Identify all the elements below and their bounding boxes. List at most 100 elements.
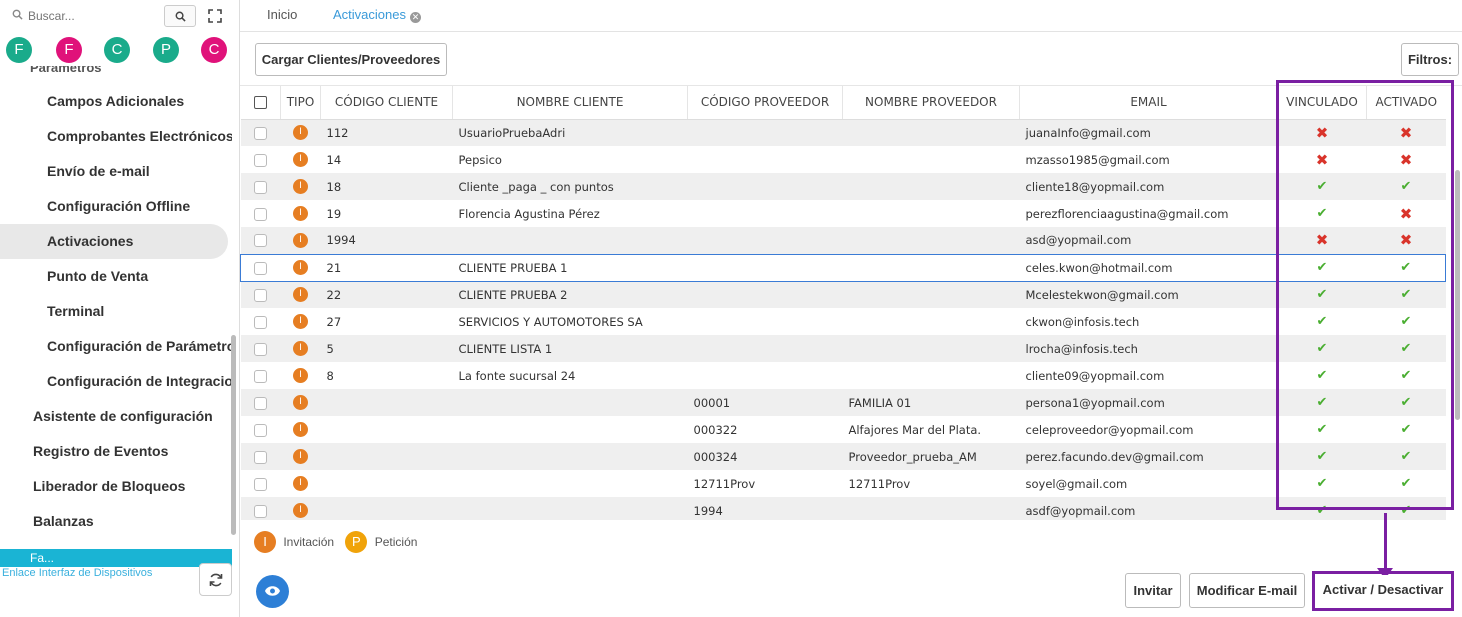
sidebar-item-registro-de-eventos[interactable]: Registro de Eventos: [0, 434, 232, 469]
load-clients-suppliers-button[interactable]: Cargar Clientes/Proveedores: [255, 43, 447, 76]
row-checkbox[interactable]: [254, 126, 267, 140]
search-button[interactable]: [164, 5, 196, 27]
cell-email: ckwon@infosis.tech: [1025, 314, 1140, 329]
close-tab-icon[interactable]: ✕: [409, 12, 421, 23]
tab-activaciones[interactable]: Activaciones ✕: [333, 0, 421, 32]
quick-access-f[interactable]: F: [6, 37, 32, 63]
cell-nombre-proveedor: [843, 173, 1020, 200]
row-checkbox[interactable]: [254, 396, 267, 410]
row-checkbox[interactable]: [254, 207, 267, 221]
table-row[interactable]: I 1994 asdf@yopmail.com ✔ ✔: [240, 497, 1446, 520]
col-codigo-proveedor[interactable]: CÓDIGO PROVEEDOR: [687, 86, 843, 120]
cell-nombre-proveedor: Proveedor_prueba_AM: [848, 449, 977, 464]
cell-codigo-proveedor: [688, 173, 843, 200]
table-row[interactable]: I 000322 Alfajores Mar del Plata. celeprove…: [240, 416, 1446, 443]
table-row[interactable]: I 22 CLIENTE PRUEBA 2 Mcelestekwon@gmail.co…: [240, 281, 1446, 308]
sidebar-item-configuracion-offline[interactable]: Configuración Offline: [0, 189, 232, 224]
sidebar-item-campos-adicionales[interactable]: Campos Adicionales: [0, 84, 232, 119]
table-scrollbar[interactable]: [1455, 170, 1460, 420]
table-row[interactable]: I 14 Pepsico mzasso1985@gmail.com ✖ ✖: [240, 146, 1446, 173]
sidebar-item-terminal[interactable]: Terminal: [0, 294, 232, 329]
row-checkbox[interactable]: [254, 477, 267, 491]
table-row[interactable]: I 5 CLIENTE LISTA 1 lrocha@infosis.tech ✔ ✔: [240, 335, 1446, 362]
table-body: I 112 UsuarioPruebaAdri juanaInfo@gmail.com…: [240, 119, 1446, 520]
row-checkbox-cell: [241, 173, 281, 200]
select-all-checkbox[interactable]: [253, 96, 267, 110]
cell-nombre-cliente: [453, 227, 688, 254]
row-checkbox[interactable]: [254, 288, 267, 302]
cell-nombre-cliente: [453, 497, 688, 520]
cell-nombre-proveedor: Alfajores Mar del Plata.: [848, 422, 982, 437]
row-checkbox[interactable]: [254, 369, 267, 383]
quick-access-p[interactable]: P: [153, 37, 179, 63]
device-interface-link[interactable]: Enlace Interfaz de Dispositivos: [2, 567, 152, 579]
row-checkbox-cell: [241, 227, 281, 254]
sidebar-item-configuracion-de-integraciones[interactable]: Configuración de Integraciones: [0, 364, 232, 399]
fullscreen-icon[interactable]: [208, 9, 222, 23]
cell-codigo-cliente: 18: [326, 179, 342, 194]
invitation-badge-icon: I: [293, 287, 308, 303]
cell-nombre-cliente: CLIENTE LISTA 1: [458, 341, 553, 356]
row-checkbox[interactable]: [254, 180, 267, 194]
cell-email: perezflorenciaagustina@gmail.com: [1025, 206, 1229, 221]
sidebar-item-balanzas[interactable]: Balanzas: [0, 504, 232, 539]
table-row[interactable]: I 00001 FAMILIA 01 persona1@yopmail.com ✔ ✔: [240, 389, 1446, 416]
table-row[interactable]: I 18 Cliente _paga _ con puntos cliente18@y…: [240, 173, 1446, 200]
row-checkbox[interactable]: [254, 261, 268, 275]
sidebar-scrollbar[interactable]: [231, 335, 236, 535]
row-checkbox[interactable]: [254, 450, 267, 464]
table-row[interactable]: I 1994 asd@yopmail.com ✖ ✖: [240, 227, 1446, 254]
sidebar-item-asistente-de-configuracion[interactable]: Asistente de configuración: [0, 399, 232, 434]
row-checkbox[interactable]: [254, 423, 267, 437]
row-checkbox[interactable]: [254, 504, 267, 518]
cell-email: mzasso1985@gmail.com: [1025, 152, 1170, 167]
col-codigo-cliente[interactable]: CÓDIGO CLIENTE: [320, 86, 453, 120]
cell-email: celes.kwon@hotmail.com: [1019, 253, 1278, 282]
table-row[interactable]: I 8 La fonte sucursal 24 cliente09@yopmail.…: [240, 362, 1446, 389]
sidebar-item-liberador-de-bloqueos[interactable]: Liberador de Bloqueos: [0, 469, 232, 504]
row-checkbox[interactable]: [254, 315, 267, 329]
invitation-badge-icon: I: [293, 368, 308, 383]
cell-tipo: I: [281, 200, 321, 227]
search-input[interactable]: [28, 7, 158, 25]
col-nombre-proveedor[interactable]: NOMBRE PROVEEDOR: [842, 86, 1020, 120]
cell-codigo-cliente: [321, 416, 453, 443]
table-row[interactable]: I 19 Florencia Agustina Pérez perezflorenci…: [240, 200, 1446, 227]
cell-codigo-cliente: [321, 470, 453, 497]
quick-access-c[interactable]: C: [104, 37, 130, 63]
table-row[interactable]: I 27 SERVICIOS Y AUTOMOTORES SA ckwon@infos…: [240, 308, 1446, 335]
table-row[interactable]: I 21 CLIENTE PRUEBA 1 celes.kwon@hotmail.co…: [240, 253, 1446, 282]
sidebar-item-activaciones[interactable]: Activaciones: [0, 224, 228, 259]
row-checkbox[interactable]: [254, 234, 267, 248]
quick-access-c-2[interactable]: C: [201, 37, 227, 63]
refresh-button[interactable]: [199, 563, 232, 596]
cell-nombre-proveedor: [843, 335, 1020, 362]
row-checkbox[interactable]: [254, 153, 267, 167]
view-button[interactable]: [256, 575, 289, 608]
sidebar-item-punto-de-venta[interactable]: Punto de Venta: [0, 259, 232, 294]
sidebar-section-fa[interactable]: Fa...: [0, 549, 232, 567]
cell-nombre-cliente: CLIENTE PRUEBA 2: [458, 287, 568, 302]
quick-access-f-2[interactable]: F: [56, 37, 82, 63]
table-row[interactable]: I 12711Prov 12711Prov soyel@gmail.com ✔ ✔: [240, 470, 1446, 497]
filters-button[interactable]: Filtros:: [1401, 43, 1459, 76]
modify-email-button[interactable]: Modificar E-mail: [1189, 573, 1305, 608]
cell-tipo: I: [281, 335, 321, 362]
sidebar-item-comprobantes-electronicos[interactable]: Comprobantes Electrónicos: [0, 119, 232, 154]
invite-button[interactable]: Invitar: [1125, 573, 1181, 608]
sidebar-item-configuracion-de-parametros[interactable]: Configuración de Parámetros: [0, 329, 232, 364]
table-row[interactable]: I 112 UsuarioPruebaAdri juanaInfo@gmail.com…: [240, 119, 1446, 146]
sidebar-item-envio-de-e-mail[interactable]: Envío de e-mail: [0, 154, 232, 189]
col-nombre-cliente[interactable]: NOMBRE CLIENTE: [452, 86, 688, 120]
tab-inicio[interactable]: Inicio: [267, 0, 297, 32]
cell-email: cliente18@yopmail.com: [1025, 179, 1165, 194]
cell-tipo: I: [280, 253, 321, 282]
row-checkbox[interactable]: [254, 342, 267, 356]
cell-tipo: I: [281, 362, 321, 389]
col-tipo[interactable]: TIPO: [280, 86, 321, 120]
cell-codigo-cliente: 14: [326, 152, 342, 167]
row-checkbox-cell: [241, 281, 281, 308]
col-email[interactable]: EMAIL: [1019, 86, 1278, 120]
table-row[interactable]: I 000324 Proveedor_prueba_AM perez.facundo.…: [240, 443, 1446, 470]
activate-deactivate-button[interactable]: Activar / Desactivar: [1318, 575, 1448, 607]
